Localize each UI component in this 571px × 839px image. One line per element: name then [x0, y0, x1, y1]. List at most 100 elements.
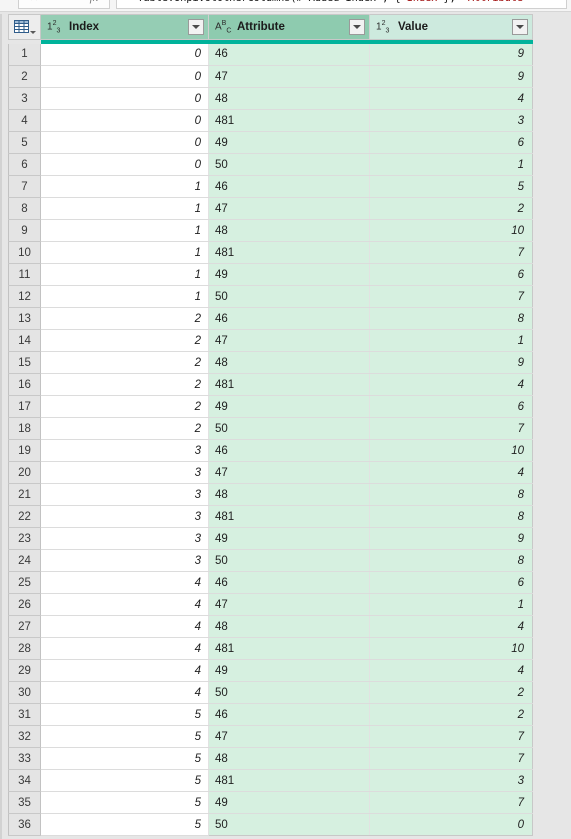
cell-attribute[interactable]: 47 [208, 725, 370, 748]
table-row[interactable]: 8 1 47 2 [8, 197, 533, 220]
cell-index[interactable]: 0 [40, 87, 209, 110]
table-row[interactable]: 34 5 481 3 [8, 769, 533, 792]
cell-attribute[interactable]: 50 [208, 681, 370, 704]
cell-attribute[interactable]: 46 [208, 175, 370, 198]
cell-index[interactable]: 1 [40, 175, 209, 198]
table-row[interactable]: 21 3 48 8 [8, 483, 533, 506]
cell-index[interactable]: 5 [40, 813, 209, 836]
table-row[interactable]: 22 3 481 8 [8, 505, 533, 528]
cell-attribute[interactable]: 47 [208, 329, 370, 352]
cell-attribute[interactable]: 481 [208, 241, 370, 264]
table-row[interactable]: 32 5 47 7 [8, 725, 533, 748]
cell-value[interactable]: 5 [369, 175, 533, 198]
cell-index[interactable]: 0 [40, 65, 209, 88]
cell-value[interactable]: 4 [369, 461, 533, 484]
cell-index[interactable]: 1 [40, 285, 209, 308]
cell-attribute[interactable]: 49 [208, 791, 370, 814]
table-row[interactable]: 2 0 47 9 [8, 65, 533, 88]
cell-value[interactable]: 10 [369, 219, 533, 242]
cell-index[interactable]: 0 [40, 109, 209, 132]
cell-attribute[interactable]: 46 [208, 571, 370, 594]
table-row[interactable]: 4 0 481 3 [8, 109, 533, 132]
cell-value[interactable]: 1 [369, 593, 533, 616]
table-row[interactable]: 16 2 481 4 [8, 373, 533, 396]
table-row[interactable]: 10 1 481 7 [8, 241, 533, 264]
cell-value[interactable]: 8 [369, 505, 533, 528]
cell-value[interactable]: 10 [369, 637, 533, 660]
cell-attribute[interactable]: 48 [208, 747, 370, 770]
table-row[interactable]: 24 3 50 8 [8, 549, 533, 572]
chevron-down-icon[interactable] [30, 31, 36, 34]
table-row[interactable]: 14 2 47 1 [8, 329, 533, 352]
cell-attribute[interactable]: 46 [208, 703, 370, 726]
cell-value[interactable]: 2 [369, 681, 533, 704]
cell-index[interactable]: 1 [40, 219, 209, 242]
cell-index[interactable]: 2 [40, 307, 209, 330]
filter-dropdown-icon-index[interactable] [188, 19, 204, 35]
cell-index[interactable]: 5 [40, 725, 209, 748]
cell-attribute[interactable]: 48 [208, 351, 370, 374]
cell-value[interactable]: 7 [369, 241, 533, 264]
table-row[interactable]: 15 2 48 9 [8, 351, 533, 374]
cell-value[interactable]: 7 [369, 791, 533, 814]
cell-attribute[interactable]: 46 [208, 439, 370, 462]
table-row[interactable]: 28 4 481 10 [8, 637, 533, 660]
cell-value[interactable]: 3 [369, 109, 533, 132]
cell-index[interactable]: 5 [40, 703, 209, 726]
filter-dropdown-icon-attribute[interactable] [349, 19, 365, 35]
cell-attribute[interactable]: 50 [208, 417, 370, 440]
cell-value[interactable]: 9 [369, 43, 533, 66]
table-row[interactable]: 6 0 50 1 [8, 153, 533, 176]
cell-index[interactable]: 1 [40, 197, 209, 220]
cell-attribute[interactable]: 46 [208, 43, 370, 66]
cell-index[interactable]: 3 [40, 505, 209, 528]
cell-attribute[interactable]: 47 [208, 197, 370, 220]
cell-index[interactable]: 4 [40, 637, 209, 660]
cell-index[interactable]: 0 [40, 43, 209, 66]
cell-attribute[interactable]: 481 [208, 637, 370, 660]
cell-value[interactable]: 6 [369, 571, 533, 594]
cell-index[interactable]: 4 [40, 659, 209, 682]
cell-attribute[interactable]: 50 [208, 285, 370, 308]
cell-value[interactable]: 4 [369, 87, 533, 110]
table-row[interactable]: 18 2 50 7 [8, 417, 533, 440]
cell-attribute[interactable]: 48 [208, 219, 370, 242]
table-row[interactable]: 3 0 48 4 [8, 87, 533, 110]
cell-attribute[interactable]: 50 [208, 813, 370, 836]
table-row[interactable]: 29 4 49 4 [8, 659, 533, 682]
table-row[interactable]: 17 2 49 6 [8, 395, 533, 418]
cell-value[interactable]: 6 [369, 131, 533, 154]
cell-attribute[interactable]: 481 [208, 505, 370, 528]
cell-attribute[interactable]: 481 [208, 769, 370, 792]
cell-index[interactable]: 3 [40, 483, 209, 506]
cell-index[interactable]: 1 [40, 263, 209, 286]
table-row[interactable]: 35 5 49 7 [8, 791, 533, 814]
cell-value[interactable]: 2 [369, 703, 533, 726]
cell-index[interactable]: 3 [40, 549, 209, 572]
table-row[interactable]: 1 0 46 9 [8, 43, 533, 66]
cell-value[interactable]: 6 [369, 263, 533, 286]
table-row[interactable]: 12 1 50 7 [8, 285, 533, 308]
table-row[interactable]: 27 4 48 4 [8, 615, 533, 638]
cell-value[interactable]: 0 [369, 813, 533, 836]
cell-value[interactable]: 3 [369, 769, 533, 792]
cell-attribute[interactable]: 46 [208, 307, 370, 330]
cell-index[interactable]: 4 [40, 615, 209, 638]
cell-index[interactable]: 3 [40, 461, 209, 484]
cell-index[interactable]: 2 [40, 351, 209, 374]
cell-value[interactable]: 4 [369, 659, 533, 682]
column-header-value[interactable]: 123 Value [369, 14, 533, 40]
cell-index[interactable]: 0 [40, 131, 209, 154]
cell-attribute[interactable]: 47 [208, 461, 370, 484]
table-row[interactable]: 7 1 46 5 [8, 175, 533, 198]
cell-attribute[interactable]: 481 [208, 373, 370, 396]
cell-attribute[interactable]: 48 [208, 483, 370, 506]
cell-index[interactable]: 0 [40, 153, 209, 176]
select-all-corner-button[interactable] [8, 14, 41, 40]
table-row[interactable]: 20 3 47 4 [8, 461, 533, 484]
cell-attribute[interactable]: 49 [208, 527, 370, 550]
cell-value[interactable]: 8 [369, 549, 533, 572]
cell-index[interactable]: 3 [40, 527, 209, 550]
cell-index[interactable]: 5 [40, 791, 209, 814]
table-row[interactable]: 5 0 49 6 [8, 131, 533, 154]
